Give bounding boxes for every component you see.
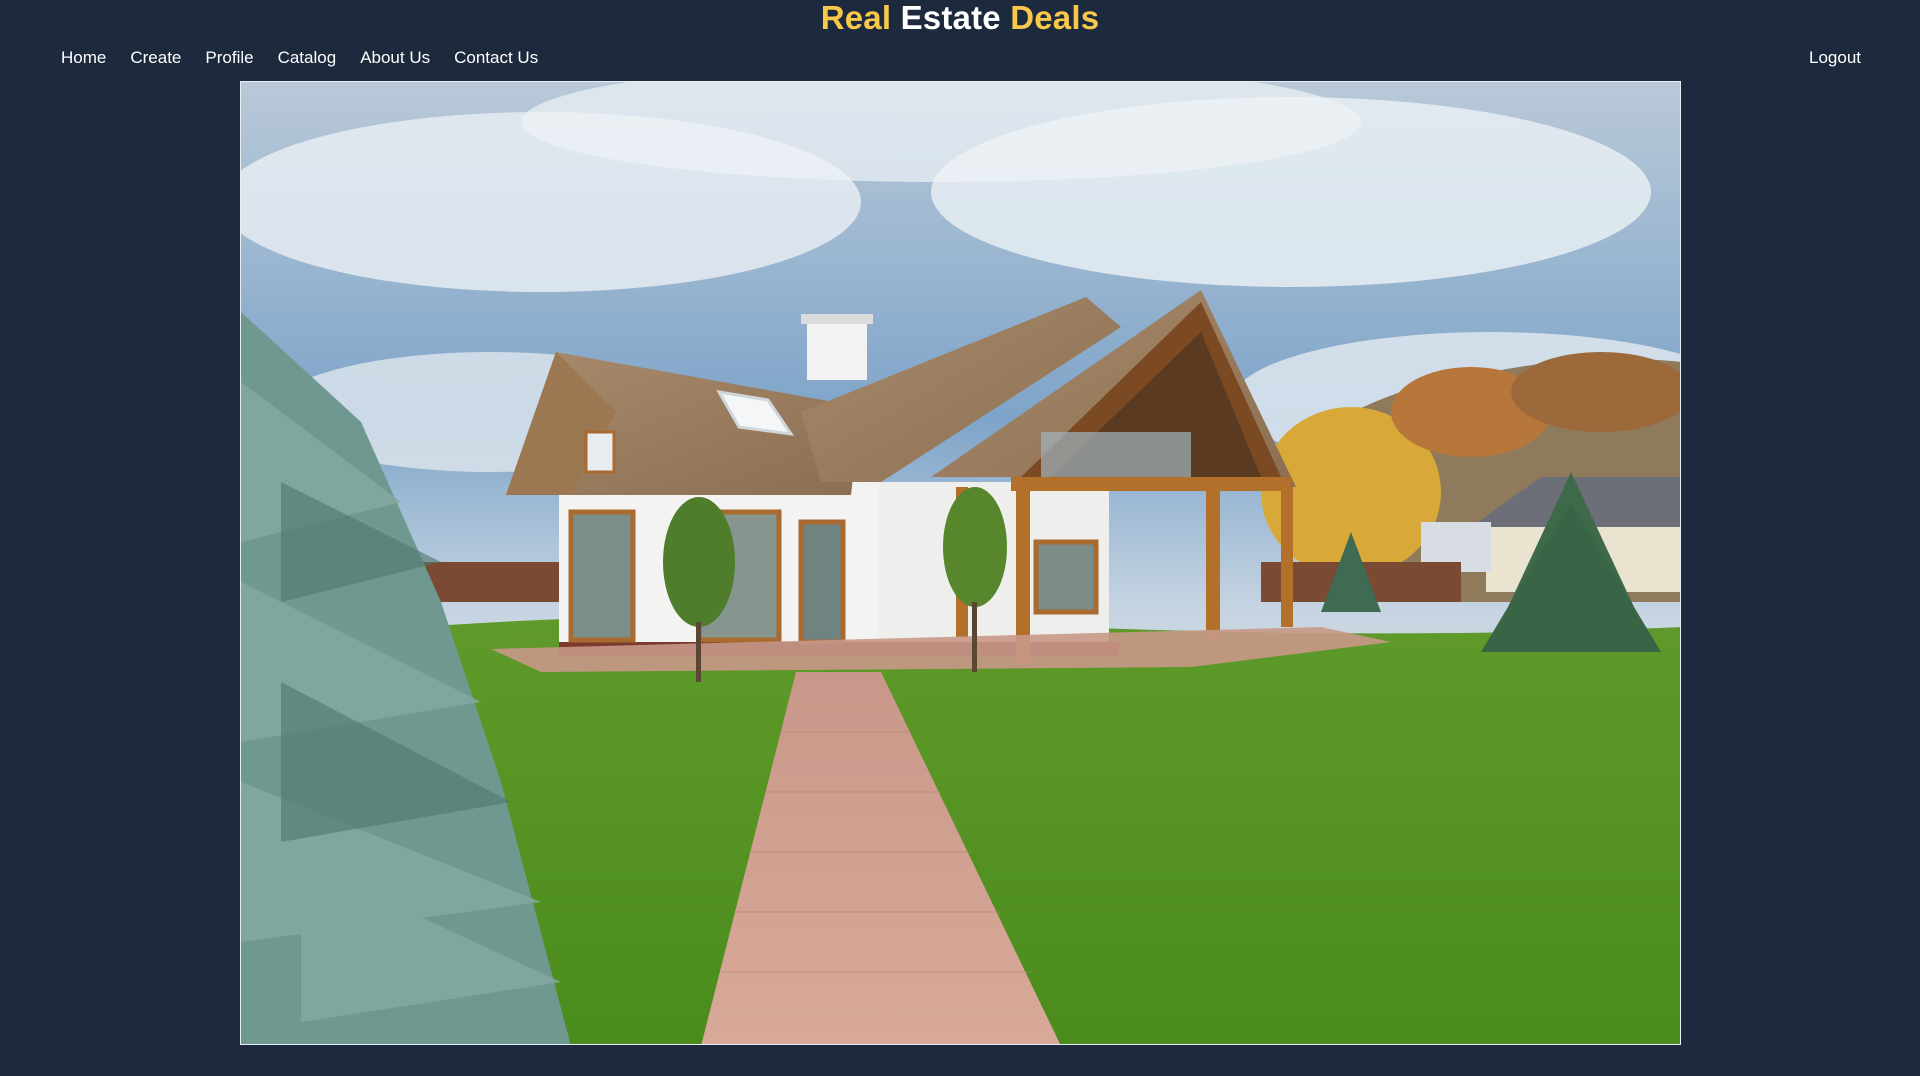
- house-photo-illustration: [241, 82, 1680, 1044]
- nav-create-link[interactable]: Create: [130, 47, 181, 69]
- brand-word-estate: Estate: [900, 0, 1001, 36]
- hero-house-photo: [240, 81, 1681, 1045]
- nav-about-link[interactable]: About Us: [360, 47, 430, 69]
- site-logo[interactable]: Real Estate Deals: [0, 0, 1920, 36]
- logout-link[interactable]: Logout: [1809, 47, 1861, 69]
- nav-catalog-link[interactable]: Catalog: [278, 47, 337, 69]
- brand-word-deals: Deals: [1010, 0, 1100, 36]
- site-header: Real Estate Deals Home Create Profile Ca…: [0, 0, 1920, 80]
- main-nav: Home Create Profile Catalog About Us Con…: [61, 47, 562, 69]
- nav-home-link[interactable]: Home: [61, 47, 106, 69]
- brand-word-real: Real: [820, 0, 892, 36]
- nav-contact-link[interactable]: Contact Us: [454, 47, 538, 69]
- nav-profile-link[interactable]: Profile: [205, 47, 253, 69]
